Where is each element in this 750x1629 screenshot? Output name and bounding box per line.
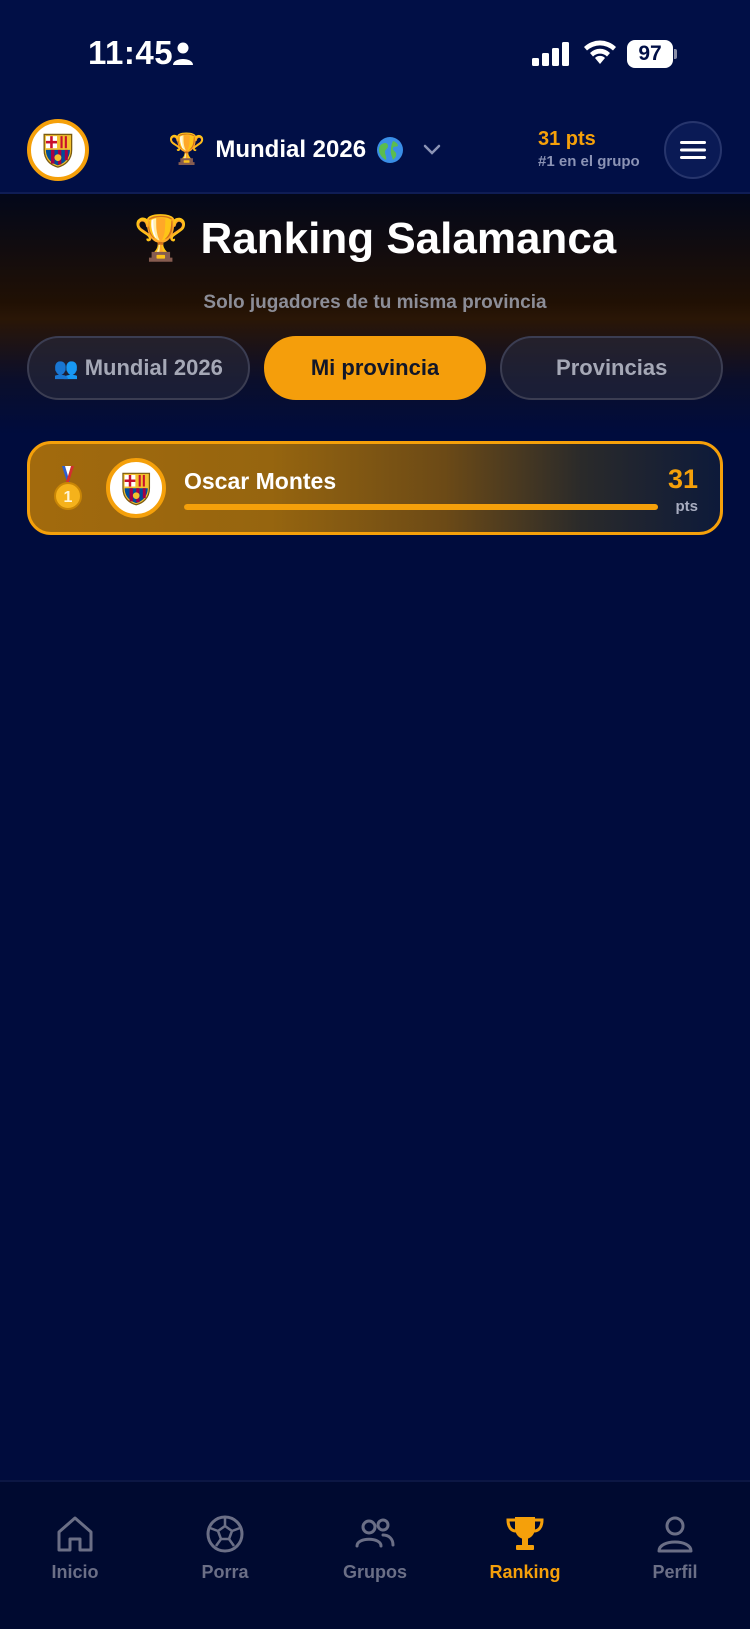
home-icon	[57, 1516, 93, 1552]
medal-number: 1	[64, 489, 73, 506]
nav-label: Porra	[201, 1562, 249, 1582]
tab-mi-provincia[interactable]: Mi provincia	[263, 336, 487, 400]
points-progress-bar	[184, 504, 658, 510]
nav-item-inicio[interactable]: Inicio	[0, 1512, 150, 1583]
page-subtitle: Solo jugadores de tu misma provincia	[203, 292, 547, 313]
trophy-icon: 🏆	[168, 133, 206, 166]
signal-icon	[532, 42, 569, 66]
nav-item-porra[interactable]: Porra	[150, 1512, 300, 1583]
page-title: Ranking Salamanca	[200, 214, 617, 263]
ranking-hero: 🏆 Ranking Salamanca Solo jugadores de tu…	[0, 194, 750, 434]
user-points-summary: 31 pts #1 en el grupo	[538, 128, 640, 170]
nav-label: Ranking	[489, 1562, 561, 1582]
club-crest-icon	[122, 472, 150, 506]
ranking-title-row: 🏆 Ranking Salamanca	[0, 214, 750, 264]
battery-level: 97	[627, 40, 673, 68]
user-icon	[657, 1516, 693, 1553]
battery-cap	[674, 49, 677, 59]
nav-label: Inicio	[51, 1562, 99, 1582]
competition-selector[interactable]: 🏆 Mundial 2026	[168, 130, 442, 170]
app-header: 🏆 Mundial 2026 31 pts #1 en el grupo	[0, 108, 750, 194]
hamburger-icon	[680, 141, 706, 159]
menu-button[interactable]	[664, 121, 722, 179]
nav-item-perfil[interactable]: Perfil	[600, 1512, 750, 1583]
battery-indicator: 97	[627, 40, 677, 68]
nav-item-grupos[interactable]: Grupos	[300, 1512, 450, 1583]
nav-item-ranking[interactable]: Ranking	[450, 1512, 600, 1583]
player-avatar	[106, 458, 166, 518]
ranking-row[interactable]: 1 Oscar Montes 31 pts	[27, 441, 723, 535]
tab-provincias[interactable]: Provincias	[500, 336, 724, 400]
person-icon	[173, 42, 193, 65]
points-progress-fill	[184, 504, 658, 510]
gold-medal-icon: 1	[54, 466, 82, 510]
ranking-tabs: 👥 Mundial 2026 Mi provincia Provincias	[27, 336, 724, 400]
player-points: 31	[667, 464, 698, 494]
club-crest-icon	[43, 133, 73, 168]
tab-label: Mundial 2026	[84, 355, 223, 380]
status-time: 11:45	[88, 34, 174, 71]
bottom-navigation: Inicio Porra Grupos Ranking Perfil	[0, 1480, 750, 1629]
club-avatar[interactable]	[27, 119, 89, 181]
trophy-icon	[506, 1517, 544, 1550]
soccer-ball-icon	[206, 1515, 244, 1553]
competition-name: Mundial 2026	[215, 136, 367, 163]
player-points-unit: pts	[675, 498, 699, 515]
nav-label: Perfil	[652, 1562, 698, 1582]
tab-label: Provincias	[556, 355, 668, 380]
tab-label: Mi provincia	[310, 355, 440, 380]
ranking-screen: 11:45 97 🏆 Mundial 2026 31 pts #1 en el …	[0, 0, 750, 1629]
group-icon: 👥	[53, 357, 79, 380]
trophy-icon: 🏆	[133, 214, 189, 263]
user-rank: #1 en el grupo	[538, 153, 640, 170]
globe-icon	[377, 137, 404, 163]
user-points: 31 pts	[538, 128, 596, 150]
wifi-icon	[584, 40, 616, 64]
chevron-down-icon	[423, 144, 441, 155]
status-bar: 11:45 97	[0, 0, 750, 108]
nav-label: Grupos	[342, 1562, 407, 1582]
users-icon	[355, 1518, 395, 1548]
tab-mundial[interactable]: 👥 Mundial 2026	[27, 336, 250, 400]
player-name: Oscar Montes	[184, 468, 337, 494]
